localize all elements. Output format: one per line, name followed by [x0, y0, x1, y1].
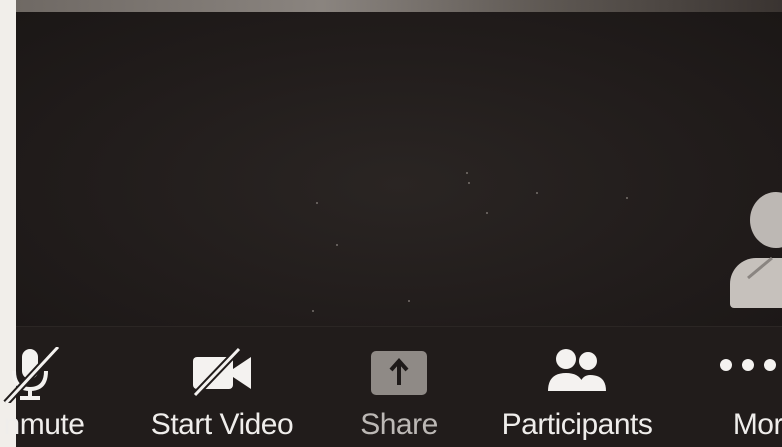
unmute-button[interactable]: nmute: [3, 337, 124, 445]
meeting-toolbar: nmute Start Video Share Participants Mor: [3, 326, 782, 447]
avatar-placeholder-icon: [750, 192, 782, 248]
share-label: Share: [360, 408, 438, 441]
participant-thumbnail[interactable]: [728, 186, 782, 310]
more-label: More: [732, 408, 782, 441]
share-button[interactable]: Share: [346, 337, 452, 445]
main-video-area[interactable]: [16, 12, 782, 326]
video-camera-off-icon: [189, 346, 255, 402]
participants-button[interactable]: Participants: [484, 337, 670, 445]
more-button[interactable]: More: [706, 337, 782, 445]
start-video-button[interactable]: Start Video: [134, 337, 310, 445]
meeting-screen: nmute Start Video Share Participants Mor: [0, 0, 782, 447]
start-video-label: Start Video: [150, 408, 294, 441]
more-dots-icon: [716, 347, 780, 382]
unmute-label: nmute: [3, 408, 85, 441]
top-video-strip: [16, 0, 782, 12]
share-screen-arrow-icon: [369, 347, 429, 404]
participants-icon: [544, 347, 610, 402]
participants-label: Participants: [501, 408, 653, 441]
microphone-muted-icon: [0, 344, 64, 408]
